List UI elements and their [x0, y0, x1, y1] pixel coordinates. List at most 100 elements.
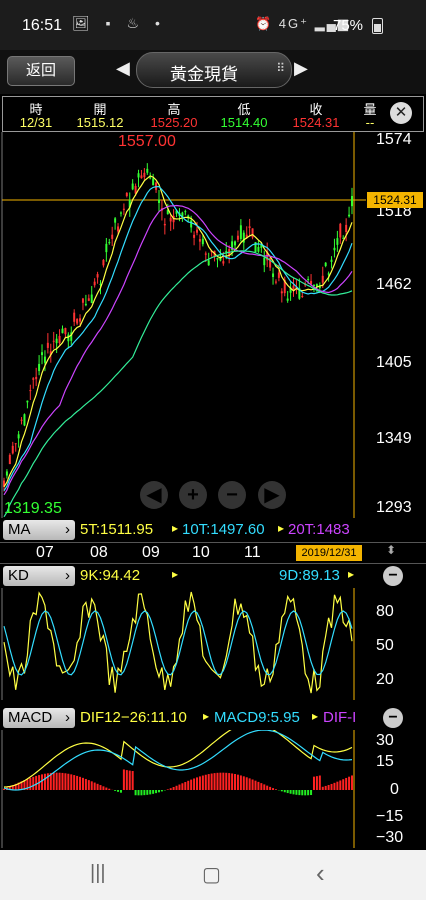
candle-body [38, 363, 41, 372]
candle-body [292, 285, 295, 290]
candle-body [336, 238, 339, 245]
marker-icon: ▸ [172, 567, 179, 581]
macd-selector-button[interactable]: MACD › [3, 708, 75, 728]
candle-body [184, 211, 187, 213]
scroll-left-icon[interactable]: ◀ [140, 481, 168, 509]
histogram-bar [292, 790, 295, 795]
histogram-bar [119, 790, 122, 793]
candle-body [301, 296, 304, 298]
candle-body [257, 246, 260, 252]
histogram-bar [242, 776, 245, 790]
marker-icon: ▸ [278, 521, 285, 535]
candle-body [52, 340, 55, 342]
candle-body [201, 238, 204, 245]
candle-body [324, 262, 327, 267]
chevron-right-icon: › [65, 709, 70, 726]
y-tick-1405: 1405 [376, 354, 412, 371]
candle-body [87, 298, 90, 301]
k-value: 9K:94.42 [80, 567, 141, 584]
candle-body [73, 312, 76, 322]
candle-body [225, 251, 228, 253]
histogram-bar [128, 770, 131, 790]
histogram-bar [99, 785, 102, 790]
kd-selector-button[interactable]: KD › [3, 566, 75, 586]
histogram-bar [160, 790, 163, 792]
candle-body [193, 234, 196, 238]
x-axis: 07 08 09 10 11 2019/12/31 ⬍ [0, 542, 426, 564]
candle-body [157, 199, 160, 203]
histogram-bar [96, 783, 99, 790]
osc-value: DIF-I [323, 709, 357, 726]
histogram-bar [146, 790, 149, 795]
back-button[interactable]: 返回 [7, 56, 75, 86]
clock: 16:51 [22, 17, 63, 34]
instrument-title: 黃金現貨 [170, 65, 238, 84]
candle-body [196, 229, 199, 233]
histogram-bar [298, 790, 301, 796]
histogram-bar [219, 772, 222, 790]
candle-body [345, 224, 348, 233]
x-tick: 09 [142, 544, 160, 561]
candle-body [307, 278, 310, 280]
candle-body [351, 196, 353, 207]
histogram-bar [41, 774, 44, 790]
histogram-bar [184, 782, 187, 790]
recent-apps-button[interactable]: ||| [90, 862, 106, 885]
candle-body [35, 376, 38, 380]
price-chart[interactable]: 1557.00 1319.35 [0, 132, 426, 518]
histogram-bar [79, 776, 82, 790]
value-close: 1524.31 [292, 115, 340, 130]
macd-chart[interactable] [0, 730, 366, 848]
candle-body [216, 257, 219, 260]
drag-grip-icon[interactable]: ⠿ [276, 61, 285, 75]
value-open: 1515.12 [76, 115, 124, 130]
histogram-bar [73, 775, 76, 790]
ma-selector-button[interactable]: MA › [3, 520, 75, 540]
candle-body [190, 220, 193, 228]
histogram-bar [134, 790, 137, 796]
histogram-bar [157, 790, 160, 793]
instrument-selector[interactable]: 黃金現貨 ⠿ [136, 52, 292, 88]
candle-body [330, 259, 333, 262]
home-button[interactable]: ▢ [202, 862, 221, 887]
current-price-tag: 1524.31 [367, 192, 423, 208]
value-time: 12/31 [19, 115, 53, 130]
histogram-bar [345, 777, 348, 790]
histogram-bar [207, 774, 210, 790]
candle-body [169, 217, 172, 222]
candle-body [93, 281, 96, 286]
candle-body [140, 175, 143, 179]
histogram-bar [307, 790, 310, 796]
scroll-right-icon[interactable]: ▶ [258, 481, 286, 509]
y-tick-1462: 1462 [376, 276, 412, 293]
next-instrument-icon[interactable]: ▶ [294, 58, 308, 79]
candle-body [114, 218, 117, 223]
candle-body [131, 183, 134, 190]
collapse-kd-icon[interactable]: − [383, 566, 403, 586]
candle-body [198, 239, 201, 242]
histogram-bar [301, 790, 304, 796]
zoom-out-icon[interactable]: − [218, 481, 246, 509]
prev-instrument-icon[interactable]: ◀ [116, 58, 130, 79]
back-nav-button[interactable]: ‹ [316, 858, 325, 889]
candle-body [61, 328, 64, 334]
histogram-bar [61, 772, 64, 790]
histogram-bar [201, 775, 204, 790]
ma-bar: MA › 5T:1511.95 ▸ 10T:1497.60 ▸ 20T:1483 [0, 519, 426, 541]
histogram-bar [213, 773, 216, 790]
macd-tick-15: 15 [376, 753, 394, 770]
zoom-in-icon[interactable]: + [179, 481, 207, 509]
histogram-bar [198, 776, 201, 790]
histogram-bar [149, 790, 152, 795]
close-quote-icon[interactable]: ✕ [390, 102, 412, 124]
histogram-bar [125, 770, 128, 790]
histogram-bar [29, 777, 32, 790]
candle-body [11, 445, 14, 454]
resize-icon[interactable]: ⬍ [386, 543, 396, 557]
collapse-macd-icon[interactable]: − [383, 708, 403, 728]
candle-body [29, 390, 32, 392]
candle-body [222, 261, 225, 264]
kd-chart[interactable] [0, 588, 366, 700]
ma10-value: 10T:1497.60 [182, 521, 265, 538]
candle-body [43, 356, 46, 363]
